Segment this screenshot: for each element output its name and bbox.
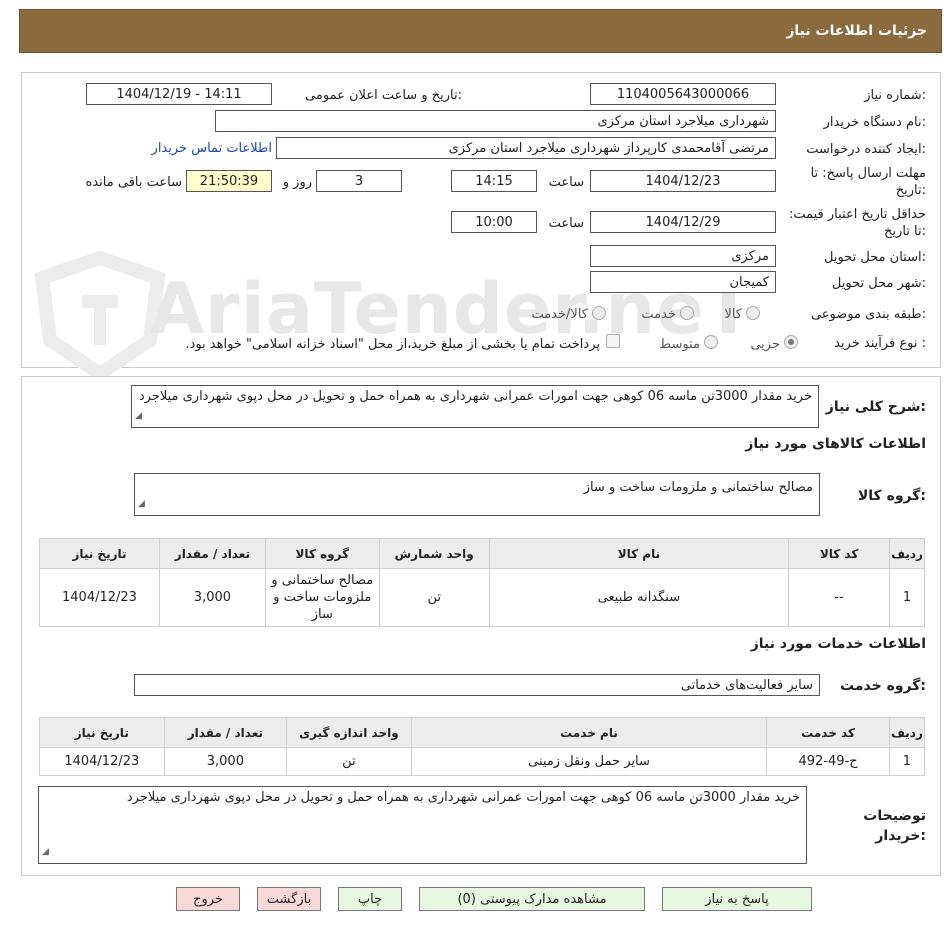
cell-row: 1 — [889, 568, 925, 627]
summary-textarea: خرید مقدار 3000تن ماسه 06 کوهی جهت امورا… — [131, 385, 819, 428]
col-quantity: تعداد / مقدار — [158, 538, 266, 569]
col-unit: واحد شمارش — [378, 538, 490, 569]
goods-section-title: اطلاعات کالاهای مورد نیاز — [745, 436, 926, 452]
category-service-label: خدمت — [641, 307, 676, 322]
cell-goods-name: سنگدانه طبیعی — [488, 568, 790, 627]
back-button[interactable]: بازگشت — [257, 887, 321, 911]
cell-goods-code: -- — [788, 568, 891, 627]
announce-label: تاریخ و ساعت اعلان عمومی: — [305, 88, 462, 103]
buyer-org-field: شهرداری میلاجرد استان مرکزی — [215, 110, 776, 132]
buyer-notes-textarea: خرید مقدار 3000تن ماسه 06 کوهی جهت امورا… — [38, 786, 807, 864]
buyer-notes-text: خرید مقدار 3000تن ماسه 06 کوهی جهت امورا… — [126, 790, 800, 805]
services-table: ردیف کد خدمت نام خدمت واحد اندازه گیری ت… — [39, 717, 926, 776]
category-goods-label: کالا — [724, 307, 742, 322]
deadline-label: مهلت ارسال پاسخ: تا تاریخ: — [810, 166, 926, 198]
cell-service-code: ح-49-492 — [766, 747, 890, 776]
watermark-logo — [30, 250, 170, 383]
resize-grip-icon[interactable]: ◢ — [135, 407, 142, 425]
contact-buyer-link[interactable]: اطلاعات تماس خریدار — [138, 141, 272, 157]
table-row: 1 ح-49-492 سایر حمل ونقل زمینی تن 3,000 … — [39, 747, 926, 776]
exit-button[interactable]: خروج — [176, 887, 240, 911]
process-minor-radio[interactable] — [784, 335, 798, 349]
goods-group-textarea: مصالح ساختمانی و ملزومات ساخت و ساز ◢ — [134, 473, 820, 516]
cell-quantity: 3,000 — [163, 747, 288, 776]
remaining-time-field: 21:50:39 — [186, 170, 272, 192]
services-section-title: اطلاعات خدمات مورد نیاز — [750, 636, 926, 652]
col-service-code: کد خدمت — [766, 717, 890, 748]
process-label: نوع فرآیند خرید : — [834, 336, 926, 351]
summary-text: خرید مقدار 3000تن ماسه 06 کوهی جهت امورا… — [138, 389, 812, 404]
validity-time-field: 10:00 — [451, 211, 537, 233]
col-goods-group: گروه کالا — [264, 538, 380, 569]
creator-label: ایجاد کننده درخواست: — [806, 142, 926, 157]
deadline-date-field: 1404/12/23 — [590, 170, 776, 192]
cell-unit: تن — [286, 747, 412, 776]
services-group-label: گروه خدمت: — [840, 678, 926, 694]
col-goods-name: نام کالا — [488, 538, 790, 569]
buyer-notes-label: توضیحات خریدار: — [863, 808, 926, 844]
summary-label: شرح کلی نیاز: — [825, 399, 926, 415]
services-group-field: سایر فعالیت‌های خدماتی — [134, 674, 820, 696]
page-title-text: جزئیات اطلاعات نیاز — [786, 23, 927, 39]
col-service-name: نام خدمت — [410, 717, 768, 748]
cell-unit: تن — [378, 568, 490, 627]
city-field: کمیجان — [590, 271, 776, 293]
category-service-radio[interactable] — [680, 306, 694, 320]
watermark-shield-icon — [34, 250, 166, 383]
col-row: ردیف — [888, 717, 926, 748]
buyer-org-label: نام دستگاه خریدار: — [823, 115, 926, 130]
treasury-bonds-checkbox[interactable] — [606, 334, 620, 348]
city-label: شهر محل تحویل: — [831, 276, 926, 291]
need-number-field: 1104005643000066 — [590, 83, 776, 105]
validity-label: حداقل تاریخ اعتبار قیمت: تا تاریخ: — [788, 207, 926, 239]
process-minor-label: جزیی — [750, 337, 780, 352]
resize-grip-icon[interactable]: ◢ — [42, 843, 49, 861]
col-row: ردیف — [889, 538, 925, 569]
col-goods-code: کد کالا — [788, 538, 891, 569]
resize-grip-icon[interactable]: ◢ — [138, 495, 145, 513]
cell-need-date: 1404/12/23 — [39, 568, 160, 627]
days-field: 3 — [316, 170, 402, 192]
process-medium-radio[interactable] — [704, 335, 718, 349]
category-label: طبقه بندی موضوعی: — [810, 307, 926, 322]
cell-quantity: 3,000 — [158, 568, 266, 627]
services-table-header: ردیف کد خدمت نام خدمت واحد اندازه گیری ت… — [39, 717, 926, 748]
validity-time-label: ساعت — [548, 216, 584, 231]
process-medium-label: متوسط — [659, 337, 700, 352]
col-quantity: تعداد / مقدار — [163, 717, 288, 748]
print-button[interactable]: چاپ — [338, 887, 402, 911]
need-number-label: شماره نیاز: — [864, 88, 926, 103]
table-row: 1 -- سنگدانه طبیعی تن مصالح ساختمانی و م… — [39, 568, 925, 627]
province-field: مرکزی — [590, 245, 776, 267]
cell-service-name: سایر حمل ونقل زمینی — [410, 747, 768, 776]
category-goods-service-radio[interactable] — [592, 306, 606, 320]
goods-group-value: مصالح ساختمانی و ملزومات ساخت و ساز — [583, 480, 813, 495]
announce-field: 1404/12/19 - 14:11 — [86, 83, 272, 105]
col-need-date: تاریخ نیاز — [39, 717, 165, 748]
payment-note: پرداخت تمام یا بخشی از مبلغ خرید،از محل … — [185, 337, 600, 352]
goods-group-label: گروه کالا: — [857, 488, 926, 504]
view-attachments-button[interactable]: مشاهده مدارک پیوستی (0) — [419, 887, 645, 911]
days-label: روز و — [282, 175, 312, 190]
page-title: جزئیات اطلاعات نیاز — [19, 9, 942, 53]
col-need-date: تاریخ نیاز — [39, 538, 160, 569]
creator-field: مرتضی آقامحمدی کارپرداز شهرداری میلاجرد … — [276, 137, 776, 159]
category-goods-radio[interactable] — [746, 306, 760, 320]
reply-button[interactable]: پاسخ به نیاز — [662, 887, 812, 911]
deadline-time-field: 14:15 — [451, 170, 537, 192]
province-label: استان محل تحویل: — [824, 250, 926, 265]
col-unit: واحد اندازه گیری — [286, 717, 412, 748]
cell-need-date: 1404/12/23 — [39, 747, 165, 776]
deadline-time-label: ساعت — [548, 175, 584, 190]
cell-row: 1 — [888, 747, 926, 776]
goods-table: ردیف کد کالا نام کالا واحد شمارش گروه کا… — [39, 538, 925, 627]
validity-date-field: 1404/12/29 — [590, 211, 776, 233]
remaining-label: ساعت باقی مانده — [85, 175, 182, 190]
cell-goods-group: مصالح ساختمانی و ملزومات ساخت و ساز — [264, 568, 380, 627]
goods-table-header: ردیف کد کالا نام کالا واحد شمارش گروه کا… — [39, 538, 925, 569]
category-goods-service-label: کالا/خدمت — [531, 307, 588, 322]
